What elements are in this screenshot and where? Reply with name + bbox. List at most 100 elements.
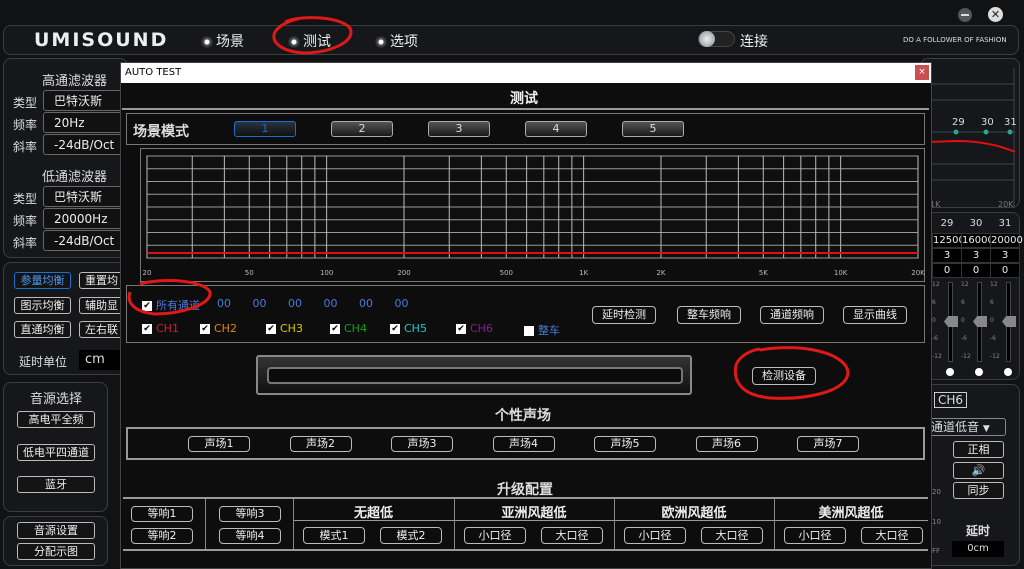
sound-field-button-7[interactable]: 声场7 (797, 436, 859, 452)
band-q[interactable]: 3 (990, 248, 1020, 263)
eq-preset-button-1[interactable]: 等响1 (131, 506, 193, 522)
group-button[interactable]: 小口径 (784, 527, 846, 544)
group-button[interactable]: 大口径 (861, 527, 923, 544)
x-tick-label: 500 (500, 269, 513, 277)
band-gain[interactable]: 0 (961, 263, 991, 278)
progress-bar (267, 367, 683, 384)
phase-button[interactable]: 正相 (953, 441, 1004, 458)
band-q[interactable]: 3 (932, 248, 962, 263)
close-window-button[interactable]: ✕ (988, 7, 1003, 22)
action-button-2[interactable]: 通道频响 (760, 306, 824, 324)
eq-point[interactable] (953, 129, 959, 135)
table-divider (205, 499, 206, 549)
channel-checkbox-ch1[interactable]: ✔ CH1 (142, 322, 179, 335)
group-title: 无超低 (353, 506, 393, 521)
scene-button-4[interactable]: 4 (525, 121, 587, 137)
sound-field-button-6[interactable]: 声场6 (695, 436, 758, 452)
channel-checkbox-ch3[interactable]: ✔ CH3 (266, 322, 303, 335)
band-dot-icon[interactable] (946, 368, 954, 376)
group-button[interactable]: 小口径 (624, 527, 686, 544)
x-tick-label: 100 (320, 269, 333, 277)
channel-checkbox-整车[interactable]: 整车 (524, 322, 560, 338)
band-freq[interactable]: 12500 (932, 233, 965, 248)
eq-graphic-button[interactable]: 图示均衡 (14, 297, 71, 314)
eq-bypass-button[interactable]: 直通均衡 (14, 321, 71, 338)
channel-checkbox-ch2[interactable]: ✔ CH2 (200, 322, 237, 335)
source-bluetooth[interactable]: 蓝牙 (17, 476, 95, 493)
connect-toggle[interactable] (698, 31, 735, 47)
group-button[interactable]: 模式2 (380, 527, 442, 544)
group-title: 亚洲风超低 (501, 506, 567, 521)
action-button-3[interactable]: 显示曲线 (843, 306, 907, 324)
sync-button[interactable]: 同步 (953, 482, 1004, 499)
band-gain[interactable]: 0 (932, 263, 962, 278)
source-settings-button[interactable]: 音源设置 (17, 522, 95, 539)
side-tick: FF (932, 547, 941, 555)
channel-type-select[interactable]: 通道低音 ▼ (920, 418, 1006, 436)
group-button[interactable]: 大口径 (701, 527, 763, 544)
table-bottom-line (123, 549, 928, 551)
group-button[interactable]: 模式1 (303, 527, 365, 544)
channel-checkbox-ch6[interactable]: ✔ CH6 (456, 322, 493, 335)
source-low-level[interactable]: 低电平四通道 (17, 444, 95, 461)
x-tick-label: 50 (245, 269, 254, 277)
action-button-0[interactable]: 延时检测 (592, 306, 656, 324)
channel-value: 00 (359, 297, 373, 310)
scene-button-5[interactable]: 5 (622, 121, 684, 137)
eq-point[interactable] (983, 129, 989, 135)
sound-field-button-2[interactable]: 声场2 (289, 436, 352, 452)
band-gain[interactable]: 0 (990, 263, 1020, 278)
scene-button-2[interactable]: 2 (331, 121, 393, 137)
delay-unit-select[interactable]: cm (79, 350, 124, 370)
eq-link-button[interactable]: 左右联调 (79, 321, 124, 338)
dialog-close-button[interactable]: × (915, 65, 929, 80)
speaker-icon: 🔊 (971, 464, 986, 477)
all-channels-checkbox[interactable]: ✔ 所有通道 (142, 297, 200, 313)
sound-field-button-5[interactable]: 声场5 (594, 436, 656, 452)
divider (122, 108, 929, 110)
allocation-diagram-button[interactable]: 分配示图 (17, 543, 95, 560)
channel-label: 整车 (538, 324, 560, 337)
channel-checkbox-ch5[interactable]: ✔ CH5 (390, 322, 427, 335)
channel-label: CH4 (344, 322, 367, 335)
eq-preset-button-2[interactable]: 等响2 (131, 528, 193, 544)
eq-preset-button-4[interactable]: 等响4 (219, 528, 281, 544)
source-high-level[interactable]: 高电平全频 (17, 411, 95, 428)
band-number: 29 (940, 218, 954, 229)
eq-param-button[interactable]: 参量均衡 (14, 272, 71, 289)
band-dot-icon[interactable] (975, 368, 983, 376)
slider-tick: -12 (990, 353, 1000, 360)
detect-device-button[interactable]: 检测设备 (752, 367, 816, 385)
minimize-button[interactable] (958, 8, 972, 22)
logo: UMISOUND (34, 29, 169, 51)
band-freq[interactable]: 16000 (961, 233, 994, 248)
band-freq[interactable]: 20000 (990, 233, 1023, 248)
band-dot-icon[interactable] (1004, 368, 1012, 376)
eq-preset-button-3[interactable]: 等响3 (219, 506, 281, 522)
x-tick-label: 10K (834, 269, 848, 277)
nav-scene[interactable]: 场景 (201, 31, 244, 51)
group-title: 欧洲风超低 (661, 506, 727, 521)
eq-point[interactable] (1007, 129, 1013, 135)
scene-button-1[interactable]: 1 (234, 121, 296, 137)
action-button-1[interactable]: 整车频响 (677, 306, 741, 324)
delay-value[interactable]: 0cm (952, 541, 1004, 557)
eq-aux-button[interactable]: 辅助显示 (79, 297, 124, 314)
group-button[interactable]: 大口径 (541, 527, 603, 544)
channel-checkbox-ch4[interactable]: ✔ CH4 (330, 322, 367, 335)
mute-button[interactable]: 🔊 (953, 462, 1004, 479)
sound-field-button-3[interactable]: 声场3 (391, 436, 453, 452)
x-tick-label: 200 (397, 269, 410, 277)
lp-freq-label: 频率 (13, 214, 38, 228)
nav-label: 场景 (216, 34, 244, 50)
eq-reset-button[interactable]: 重置均衡 (79, 272, 124, 289)
sound-field-button-1[interactable]: 声场1 (188, 436, 250, 452)
scene-button-3[interactable]: 3 (428, 121, 490, 137)
sound-field-button-4[interactable]: 声场4 (492, 436, 555, 452)
group-title: 美洲风超低 (818, 506, 884, 521)
nav-test[interactable]: 测试 (288, 31, 331, 51)
band-number: 30 (969, 218, 983, 229)
group-button[interactable]: 小口径 (464, 527, 526, 544)
band-q[interactable]: 3 (961, 248, 991, 263)
nav-options[interactable]: 选项 (375, 31, 418, 51)
